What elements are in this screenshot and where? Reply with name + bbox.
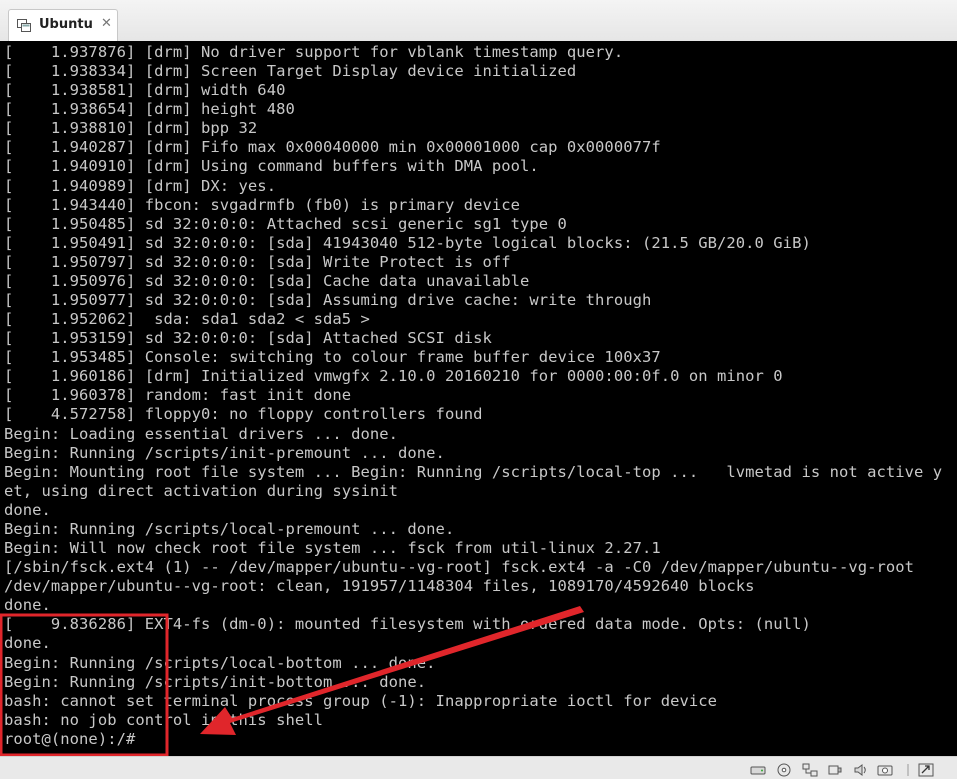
console-line: Begin: Loading essential drivers ... don… xyxy=(4,424,399,443)
close-icon[interactable]: ✕ xyxy=(101,16,112,31)
cd-rom-icon[interactable] xyxy=(776,763,792,777)
console-line: [ 1.938581] [drm] width 640 xyxy=(4,81,286,100)
sound-icon[interactable] xyxy=(853,763,869,777)
console-line: et, using direct activation during sysin… xyxy=(4,481,399,500)
console-line: [ 1.938334] [drm] Screen Target Display … xyxy=(4,62,577,81)
console-line: [ 1.943440] fbcon: svgadrmfb (fb0) is pr… xyxy=(4,195,520,214)
console-line: [/sbin/fsck.ext4 (1) -- /dev/mapper/ubun… xyxy=(4,558,915,577)
console-line: [ 1.952062] sda: sda1 sda2 < sda5 > xyxy=(4,310,370,329)
console-line: [ 1.950797] sd 32:0:0:0: [sda] Write Pro… xyxy=(4,252,511,271)
status-bar xyxy=(0,756,957,779)
console-line: root@(none):/# xyxy=(4,729,136,748)
console-line: [ 1.950485] sd 32:0:0:0: Attached scsi g… xyxy=(4,214,567,233)
separator-icon xyxy=(907,764,909,776)
camera-icon[interactable] xyxy=(877,763,893,777)
console-line: [ 1.940287] [drm] Fifo max 0x00040000 mi… xyxy=(4,138,661,157)
console-line: Begin: Mounting root file system ... Beg… xyxy=(4,462,943,481)
console-line: [ 1.938654] [drm] height 480 xyxy=(4,100,295,119)
console-line: [ 1.953159] sd 32:0:0:0: [sda] Attached … xyxy=(4,329,492,348)
console-line: [ 1.953485] Console: switching to colour… xyxy=(4,348,661,367)
console-line: [ 1.937876] [drm] No driver support for … xyxy=(4,43,624,61)
hard-disk-icon[interactable] xyxy=(750,763,766,777)
console-line: Begin: Running /scripts/init-premount ..… xyxy=(4,443,445,462)
console-line: bash: no job control in this shell xyxy=(4,710,323,729)
tab-ubuntu[interactable]: Ubuntu ✕ xyxy=(8,9,118,41)
tab-bar: Ubuntu ✕ xyxy=(0,0,957,41)
usb-icon[interactable] xyxy=(827,763,843,777)
console-line: [ 1.940989] [drm] DX: yes. xyxy=(4,176,277,195)
console-line: bash: cannot set terminal process group … xyxy=(4,691,718,710)
vm-icon xyxy=(17,19,31,32)
vm-console[interactable]: [ 1.937876] [drm] No driver support for … xyxy=(0,41,957,756)
vm-window: Ubuntu ✕ [ 1.937876] [drm] No driver sup… xyxy=(0,0,957,779)
console-line: Begin: Running /scripts/init-bottom ... … xyxy=(4,672,427,691)
console-line: done. xyxy=(4,596,51,615)
console-line: [ 1.950977] sd 32:0:0:0: [sda] Assuming … xyxy=(4,291,652,310)
console-line: done. xyxy=(4,500,51,519)
console-line: [ 1.940910] [drm] Using command buffers … xyxy=(4,157,539,176)
console-line: [ 4.572758] floppy0: no floppy controlle… xyxy=(4,405,483,424)
console-line: [ 9.836286] EXT4-fs (dm-0): mounted file… xyxy=(4,615,811,634)
console-line: done. xyxy=(4,634,51,653)
console-output: [ 1.937876] [drm] No driver support for … xyxy=(4,43,942,749)
tab-title: Ubuntu xyxy=(39,17,93,32)
keyboard-grab-icon[interactable] xyxy=(918,763,934,777)
console-line: Begin: Running /scripts/local-premount .… xyxy=(4,519,455,538)
console-line: [ 1.960186] [drm] Initialized vmwgfx 2.1… xyxy=(4,367,783,386)
console-line: [ 1.938810] [drm] bpp 32 xyxy=(4,119,258,138)
console-line: /dev/mapper/ubuntu--vg-root: clean, 1919… xyxy=(4,577,755,596)
network-icon[interactable] xyxy=(802,763,818,777)
console-line: [ 1.950491] sd 32:0:0:0: [sda] 41943040 … xyxy=(4,233,811,252)
console-line: [ 1.950976] sd 32:0:0:0: [sda] Cache dat… xyxy=(4,271,530,290)
console-line: Begin: Will now check root file system .… xyxy=(4,539,661,558)
console-line: Begin: Running /scripts/local-bottom ...… xyxy=(4,653,436,672)
console-line: [ 1.960378] random: fast init done xyxy=(4,386,352,405)
